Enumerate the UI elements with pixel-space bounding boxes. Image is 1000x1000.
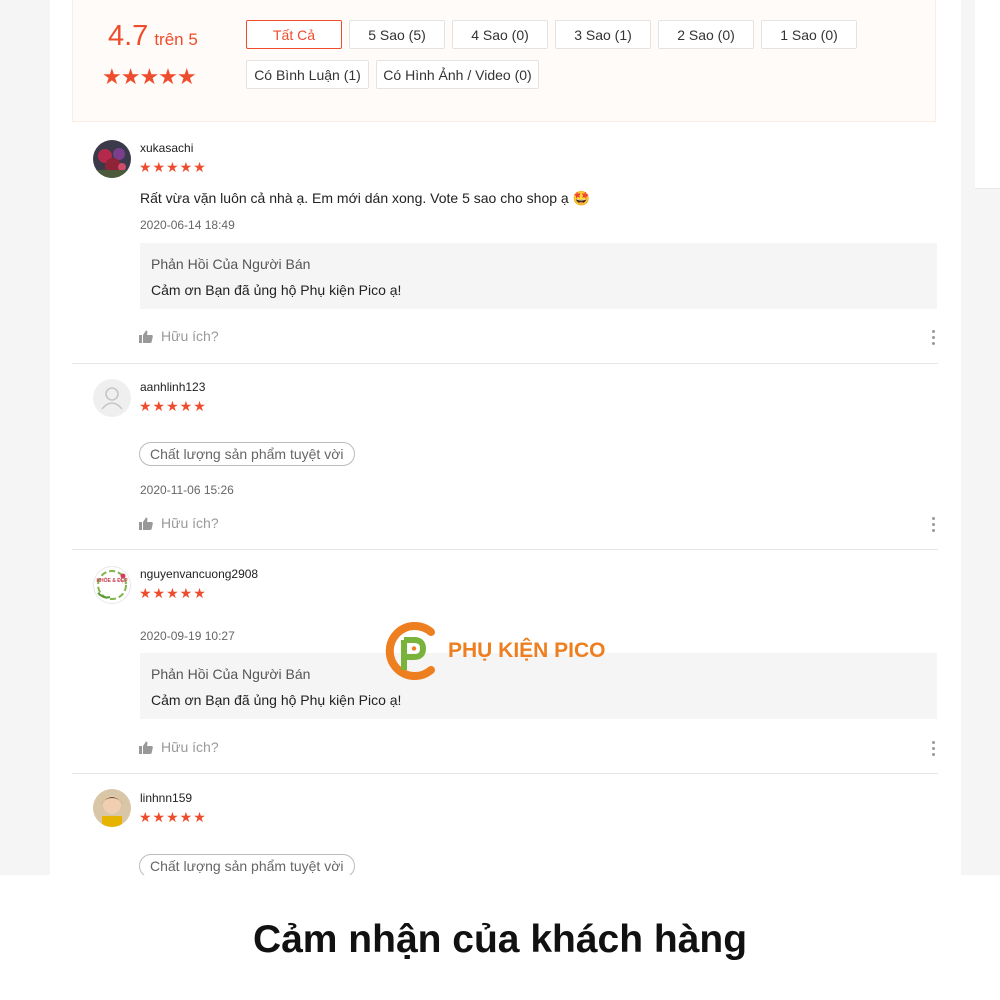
page-caption: Cảm nhận của khách hàng (252, 918, 748, 961)
helpful-button[interactable]: Hữu ích? (139, 515, 219, 531)
review-date: 2020-06-14 18:49 (140, 218, 235, 232)
review-screen: 4.7 trên 5 ★★★★★ Tất Cả 5 Sao (5) 4 Sao (… (0, 0, 1000, 875)
filter-3-star[interactable]: 3 Sao (1) (555, 20, 651, 49)
avatar: KHỎE & ĐẸP (93, 566, 131, 604)
score-out-of: trên 5 (154, 30, 198, 49)
score-value: 4.7 (108, 20, 149, 52)
username: nguyenvancuong2908 (140, 567, 259, 581)
review-tag: Chất lượng sản phẩm tuyệt vời (139, 854, 355, 875)
watermark-logo: PHỤ KIỆN PICO (385, 620, 625, 682)
default-avatar-icon (93, 379, 131, 417)
filter-with-media[interactable]: Có Hình Ảnh / Video (0) (376, 60, 539, 89)
review-date: 2020-11-06 15:26 (140, 483, 234, 497)
review-item: linhnn159 ★★★★★ Chất lượng sản phẩm tuyệ… (72, 774, 938, 875)
filter-all[interactable]: Tất Cả (246, 20, 342, 49)
review-item: aanhlinh123 ★★★★★ Chất lượng sản phẩm tu… (72, 363, 938, 550)
avatar (93, 789, 131, 827)
thumbs-up-icon (139, 517, 153, 530)
review-comment: Rất vừa vặn luôn cả nhà ạ. Em mới dán xo… (140, 190, 591, 206)
filter-with-comment[interactable]: Có Bình Luận (1) (246, 60, 369, 89)
rating-stars: ★★★★★ (139, 809, 207, 825)
avatar (93, 140, 131, 178)
username: linhnn159 (140, 791, 193, 805)
rating-stars: ★★★★★ (139, 159, 207, 175)
rating-stars: ★★★★★ (139, 398, 207, 414)
filter-1-star[interactable]: 1 Sao (0) (761, 20, 857, 49)
username: aanhlinh123 (140, 380, 206, 394)
pico-logo-icon (385, 622, 435, 680)
helpful-button[interactable]: Hữu ích? (139, 739, 219, 755)
helpful-label: Hữu ích? (161, 328, 219, 344)
filter-5-star[interactable]: 5 Sao (5) (349, 20, 445, 49)
watermark-text: PHỤ KIỆN PICO (448, 639, 606, 662)
seller-reply-title: Phản Hồi Của Người Bán (151, 666, 311, 682)
thumbs-up-icon (139, 330, 153, 343)
seller-reply-title: Phản Hồi Của Người Bán (151, 256, 311, 272)
average-stars: ★★★★★ (102, 64, 197, 89)
filter-2-star[interactable]: 2 Sao (0) (658, 20, 754, 49)
rating-stars: ★★★★★ (139, 585, 207, 601)
helpful-label: Hữu ích? (161, 739, 219, 755)
helpful-button[interactable]: Hữu ích? (139, 328, 219, 344)
side-card (975, 0, 1000, 189)
more-vertical-icon[interactable] (932, 517, 936, 535)
review-item: xukasachi ★★★★★ Rất vừa vặn luôn cả nhà … (72, 124, 938, 364)
username: xukasachi (140, 141, 194, 155)
avatar-text: KHỎE & ĐẸP (96, 578, 128, 584)
seller-reply-text: Cảm ơn Bạn đã ủng hộ Phụ kiện Pico ạ! (151, 692, 402, 708)
review-date: 2020-09-19 10:27 (140, 629, 235, 643)
seller-reply: Phản Hồi Của Người Bán Cảm ơn Bạn đã ủng… (140, 243, 937, 309)
seller-reply-text: Cảm ơn Bạn đã ủng hộ Phụ kiện Pico ạ! (151, 282, 402, 298)
thumbs-up-icon (139, 741, 153, 754)
more-vertical-icon[interactable] (932, 330, 936, 348)
more-vertical-icon[interactable] (932, 741, 936, 759)
review-tag: Chất lượng sản phẩm tuyệt vời (139, 442, 355, 466)
filter-4-star[interactable]: 4 Sao (0) (452, 20, 548, 49)
average-score: 4.7 trên 5 (108, 20, 198, 53)
helpful-label: Hữu ích? (161, 515, 219, 531)
